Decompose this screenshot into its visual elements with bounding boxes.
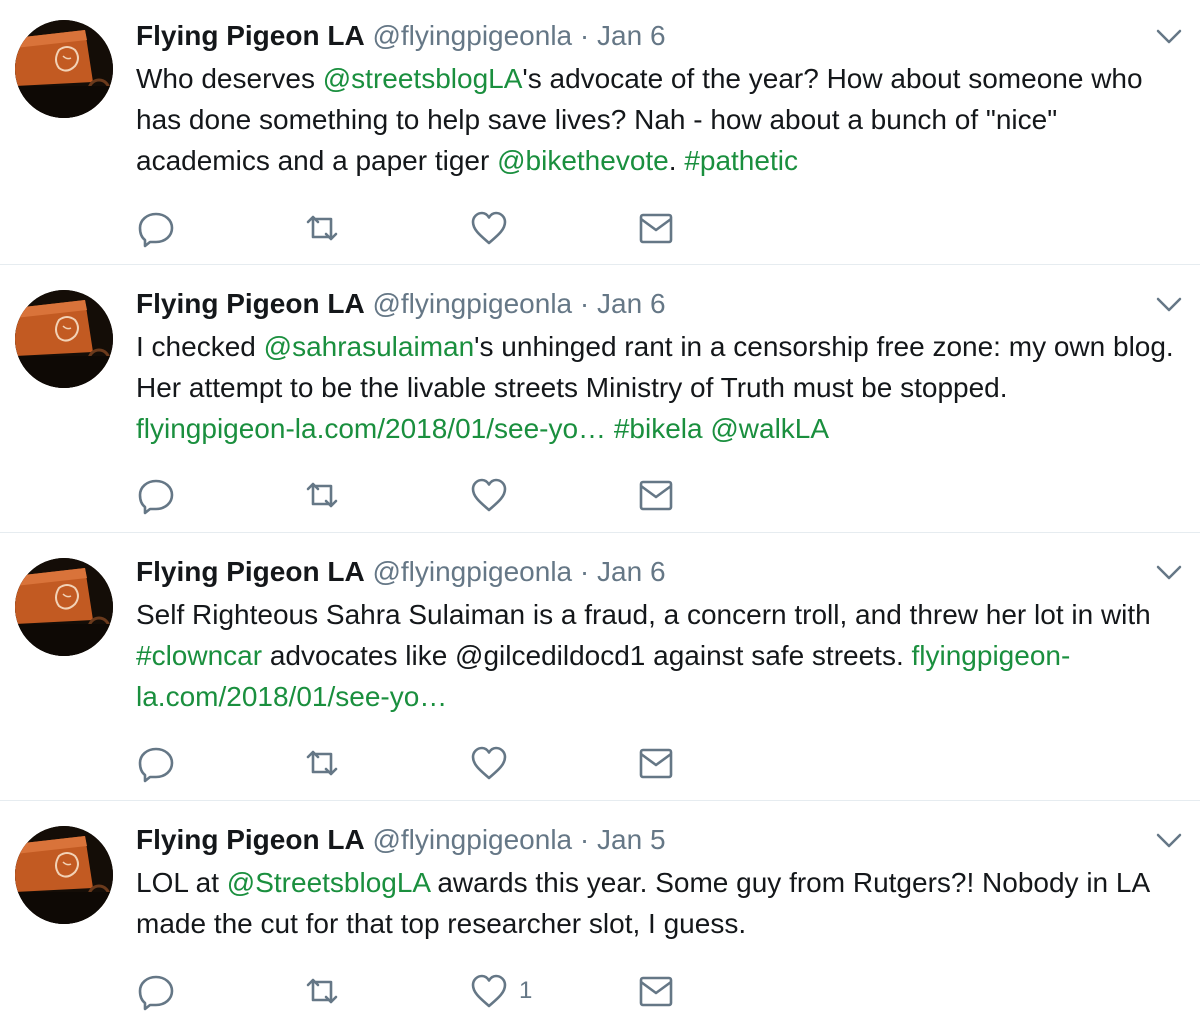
envelope-icon — [639, 480, 673, 511]
tweet[interactable]: Flying Pigeon LA @flyingpigeonla · Jan 6… — [0, 265, 1200, 533]
tweet-header: Flying Pigeon LA @flyingpigeonla · Jan 6 — [136, 18, 666, 54]
tweet-actions — [136, 208, 836, 248]
hashtag-link[interactable]: #clowncar — [136, 640, 262, 671]
like-button[interactable]: 1 — [469, 971, 532, 1011]
tweet-text: I checked @sahrasulaiman's unhinged rant… — [136, 326, 1188, 449]
retweet-button[interactable] — [302, 743, 342, 783]
author-name[interactable]: Flying Pigeon LA — [136, 556, 365, 587]
like-button[interactable] — [469, 208, 519, 248]
author-handle[interactable]: @flyingpigeonla — [372, 288, 572, 319]
reply-icon — [138, 747, 174, 783]
text-segment: I checked — [136, 331, 264, 362]
envelope-icon — [639, 976, 673, 1007]
retweet-button[interactable] — [302, 971, 342, 1011]
chevron-down-icon[interactable] — [1154, 562, 1184, 582]
retweet-icon — [306, 978, 338, 1004]
url-link[interactable]: flyingpigeon-la.com/2018/01/see-yo… — [136, 413, 606, 444]
heart-icon — [471, 211, 507, 245]
reply-button[interactable] — [136, 475, 176, 515]
retweet-icon — [306, 215, 338, 241]
envelope-icon — [639, 748, 673, 779]
reply-button[interactable] — [136, 743, 176, 783]
tweet[interactable]: Flying Pigeon LA @flyingpigeonla · Jan 5… — [0, 801, 1200, 1027]
text-segment — [606, 413, 614, 444]
text-segment: advocates like @gilcedildocd1 against sa… — [262, 640, 912, 671]
message-button[interactable] — [636, 475, 676, 515]
like-button[interactable] — [469, 475, 519, 515]
tweet-date[interactable]: Jan 6 — [597, 288, 666, 319]
tweet-text: LOL at @StreetsblogLA awards this year. … — [136, 862, 1188, 944]
reply-icon — [138, 212, 174, 248]
author-handle[interactable]: @flyingpigeonla — [372, 824, 572, 855]
like-count: 1 — [519, 977, 533, 1004]
avatar[interactable] — [15, 20, 113, 118]
tweet-header: Flying Pigeon LA @flyingpigeonla · Jan 6 — [136, 286, 666, 322]
tweet-actions — [136, 475, 836, 515]
retweet-button[interactable] — [302, 208, 342, 248]
message-button[interactable] — [636, 743, 676, 783]
text-segment: . — [668, 145, 685, 176]
reply-button[interactable] — [136, 971, 176, 1011]
avatar[interactable] — [15, 290, 113, 388]
chevron-down-icon[interactable] — [1154, 830, 1184, 850]
separator-dot: · — [579, 20, 590, 51]
heart-icon — [471, 746, 507, 780]
reply-icon — [138, 975, 174, 1011]
flying-pigeon-avatar-icon — [15, 558, 113, 656]
chevron-down-icon[interactable] — [1154, 294, 1184, 314]
chevron-down-icon[interactable] — [1154, 26, 1184, 46]
heart-icon — [471, 974, 507, 1008]
avatar[interactable] — [15, 558, 113, 656]
tweet-date[interactable]: Jan 5 — [597, 824, 666, 855]
tweet-header: Flying Pigeon LA @flyingpigeonla · Jan 5 — [136, 822, 666, 858]
author-name[interactable]: Flying Pigeon LA — [136, 288, 365, 319]
author-handle[interactable]: @flyingpigeonla — [372, 20, 572, 51]
tweet-date[interactable]: Jan 6 — [597, 20, 666, 51]
avatar[interactable] — [15, 826, 113, 924]
separator-dot: · — [579, 824, 590, 855]
author-name[interactable]: Flying Pigeon LA — [136, 824, 365, 855]
text-segment: Self Righteous Sahra Sulaiman is a fraud… — [136, 599, 1151, 630]
separator-dot: · — [579, 288, 590, 319]
hashtag-link[interactable]: #bikela — [614, 413, 703, 444]
reply-button[interactable] — [136, 208, 176, 248]
flying-pigeon-avatar-icon — [15, 826, 113, 924]
mention-link[interactable]: @StreetsblogLA — [227, 867, 430, 898]
text-segment: LOL at — [136, 867, 227, 898]
separator-dot: · — [579, 556, 590, 587]
reply-icon — [138, 479, 174, 515]
tweet-date[interactable]: Jan 6 — [597, 556, 666, 587]
tweet-actions — [136, 743, 836, 783]
retweet-icon — [306, 482, 338, 508]
tweet-header: Flying Pigeon LA @flyingpigeonla · Jan 6 — [136, 554, 666, 590]
retweet-icon — [306, 750, 338, 776]
author-handle[interactable]: @flyingpigeonla — [372, 556, 572, 587]
mention-link[interactable]: @walkLA — [710, 413, 829, 444]
tweet[interactable]: Flying Pigeon LA @flyingpigeonla · Jan 6… — [0, 0, 1200, 265]
text-segment: Who deserves — [136, 63, 323, 94]
flying-pigeon-avatar-icon — [15, 20, 113, 118]
mention-link[interactable]: @sahrasulaiman — [264, 331, 475, 362]
tweet-feed: Flying Pigeon LA @flyingpigeonla · Jan 6… — [0, 0, 1200, 1027]
heart-icon — [471, 478, 507, 512]
flying-pigeon-avatar-icon — [15, 290, 113, 388]
message-button[interactable] — [636, 208, 676, 248]
like-button[interactable] — [469, 743, 519, 783]
mention-link[interactable]: @streetsblogLA — [323, 63, 523, 94]
retweet-button[interactable] — [302, 475, 342, 515]
envelope-icon — [639, 213, 673, 244]
message-button[interactable] — [636, 971, 676, 1011]
tweet[interactable]: Flying Pigeon LA @flyingpigeonla · Jan 6… — [0, 533, 1200, 801]
mention-link[interactable]: @bikethevote — [497, 145, 669, 176]
tweet-text: Who deserves @streetsblogLA's advocate o… — [136, 58, 1188, 181]
tweet-actions: 1 — [136, 971, 836, 1011]
tweet-text: Self Righteous Sahra Sulaiman is a fraud… — [136, 594, 1188, 717]
hashtag-link[interactable]: #pathetic — [684, 145, 798, 176]
author-name[interactable]: Flying Pigeon LA — [136, 20, 365, 51]
